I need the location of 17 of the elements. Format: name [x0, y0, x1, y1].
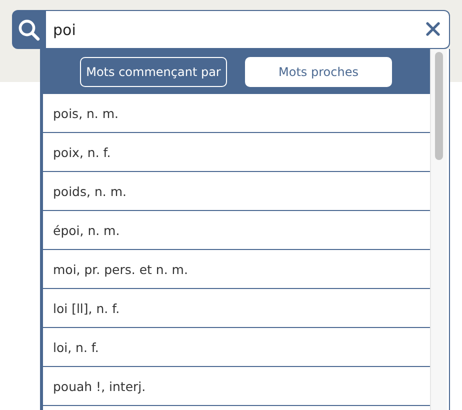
suggestion-item[interactable]: époi, n. m.	[43, 211, 430, 250]
mode-tab[interactable]: Mots proches	[245, 56, 392, 86]
suggestion-item[interactable]: poix, n. f.	[43, 133, 430, 172]
search-field[interactable]: poi	[46, 10, 450, 49]
suggestion-item[interactable]: pois, n. m.	[43, 94, 430, 133]
search-icon	[18, 18, 40, 40]
scrollbar-thumb[interactable]	[435, 52, 443, 160]
suggestion-item[interactable]: moi, pr. pers. et n. m.	[43, 250, 430, 289]
suggestion-item[interactable]: poids, n. m.	[43, 172, 430, 211]
suggestion-item[interactable]: loi [ll], n. f.	[43, 289, 430, 328]
scrollbar[interactable]	[430, 49, 447, 410]
suggestion-item[interactable]: loi, n. f.	[43, 328, 430, 367]
mode-tab[interactable]: Mots commençant par	[80, 56, 227, 86]
suggestion-item[interactable]: pouah !, interj.	[43, 367, 430, 406]
search-button[interactable]	[12, 10, 46, 49]
close-button[interactable]	[426, 22, 440, 36]
close-icon	[426, 22, 440, 36]
